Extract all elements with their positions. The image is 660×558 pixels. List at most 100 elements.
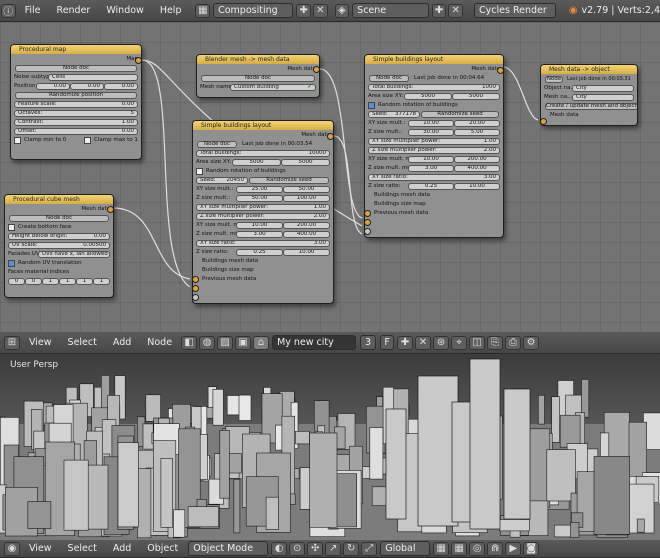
node-editor-area[interactable]: Procedural map Map Node doc Noise subtyp… [0,22,660,332]
compositor-tree-icon[interactable]: ▣ [235,335,252,350]
cube-output-socket[interactable] [107,206,113,213]
snap-icon[interactable]: ⌖ [451,335,468,350]
z-min-a[interactable]: 3.00 [236,230,283,238]
xy-min-a[interactable]: 10.00 [408,155,454,163]
node-doc-button[interactable]: Node doc [197,140,237,148]
menu-node[interactable]: Node [139,337,180,348]
xy-size-mult-min[interactable]: 25.00 [236,185,283,193]
map-output-socket[interactable] [135,57,141,64]
layers-icon[interactable]: ▦ [433,541,450,556]
users-count[interactable]: 3 [360,335,377,350]
clamp-min-checkbox[interactable] [14,136,21,144]
shader-tree-icon[interactable]: ◍ [199,335,216,350]
pin-icon[interactable]: ⊛ [433,335,450,350]
randomize-seed-button[interactable]: Randomize seed [249,176,329,184]
layout1-input-previous-socket[interactable] [193,294,199,301]
randomize-seed-button[interactable]: Randomize seed [421,110,499,118]
layout1-input-sizemap-socket[interactable] [193,285,199,292]
octaves-field[interactable]: Octaves: 5 [14,109,138,117]
menu-view-3d[interactable]: View [21,543,60,554]
menu-add-3d[interactable]: Add [105,543,139,554]
facades-select[interactable]: UVs have x, lan allowed [38,250,110,258]
xy-min-a[interactable]: 10.00 [236,221,283,229]
feature-scale-field[interactable]: Feature scale: 0.00 [14,100,138,108]
node-editor-type-icon[interactable]: ⊞ [4,335,20,350]
z-min-b[interactable]: 400.00 [454,164,500,172]
node-doc-button[interactable]: Node doc [9,214,109,222]
node-header[interactable]: Procedural cube mesh [5,195,113,204]
menu-window[interactable]: Window [98,5,151,16]
layout1-output-socket[interactable] [327,133,333,140]
object-name-field[interactable]: City [572,84,634,92]
interaction-mode-select[interactable]: Object Mode [188,541,269,556]
layout2-input-sizemap-socket[interactable] [365,219,371,226]
xy-min-b[interactable]: 200.00 [454,155,500,163]
node-procedural-map[interactable]: Procedural map Map Node doc Noise subtyp… [10,44,142,160]
remove-screen-icon[interactable]: ✕ [312,3,328,18]
menu-help[interactable]: Help [152,5,190,16]
z-ratio-b[interactable]: 10.00 [454,182,500,190]
node-doc-button[interactable]: Node doc [201,74,315,82]
pivot-icon[interactable]: ⊙ [289,541,306,556]
scale-icon[interactable]: ⤢ [361,541,378,556]
blender-mesh-output-socket[interactable] [313,66,319,73]
extra-icon[interactable]: ⚙ [523,335,540,350]
menu-select[interactable]: Select [60,337,105,348]
texture-tree-icon[interactable]: ▨ [217,335,234,350]
manipulator-icon[interactable]: ✣ [307,541,324,556]
z-size-mult-max[interactable]: 5.00 [454,128,500,136]
translate-icon[interactable]: ↗ [325,541,342,556]
paste-icon[interactable]: ⎙ [505,335,522,350]
total-buildings-field[interactable]: Total buildings: 1000 [368,83,500,91]
area-y[interactable]: 5000 [281,158,330,166]
random-uv-checkbox[interactable] [8,259,15,267]
layout2-input-previous-socket[interactable] [365,228,371,235]
xy-ratio-field[interactable]: XY size ratio: 3.00 [196,239,330,247]
z-size-mult-max[interactable]: 100.00 [283,194,330,202]
node-tree-icon[interactable]: ◧ [181,335,198,350]
layers-2-icon[interactable]: ▦ [451,541,468,556]
object-input-socket[interactable] [541,118,547,125]
area-y[interactable]: 5000 [452,92,500,100]
z-ratio-a[interactable]: 0.25 [236,248,283,256]
mesh-name-field[interactable]: City [572,93,634,101]
menu-select-3d[interactable]: Select [60,543,105,554]
z-power-field[interactable]: Z size multiplier power: 2.00 [368,146,500,154]
render-preview-icon[interactable]: ▶ [505,541,522,556]
xy-min-b[interactable]: 200.00 [283,221,330,229]
z-ratio-b[interactable]: 10.00 [283,248,330,256]
scene-field[interactable]: Scene [352,3,429,18]
viewport-type-icon[interactable]: ◉ [4,541,20,556]
node-header[interactable]: Simple buildings layout [193,121,333,130]
height-field[interactable]: Height below origin: 0.00 [8,232,110,240]
face-index-1[interactable]: 0 [25,277,42,285]
node-header[interactable]: Mesh data -> object [541,65,637,74]
z-min-b[interactable]: 400.00 [283,230,330,238]
position-y[interactable]: 0.00 [70,82,104,90]
menu-render[interactable]: Render [49,5,99,16]
face-index-4[interactable]: 1 [76,277,93,285]
clamp-max-checkbox[interactable] [84,136,91,144]
random-rotation-checkbox[interactable] [196,167,203,175]
area-x[interactable]: 5000 [232,158,281,166]
menu-object[interactable]: Object [139,543,186,554]
xy-power-field[interactable]: XY size multiplier power: 1.00 [368,137,500,145]
custom-tree-icon[interactable]: ⌂ [253,335,270,350]
xy-power-field[interactable]: XY size multiplier power: 1.00 [196,203,330,211]
position-x[interactable]: 0.00 [36,82,70,90]
z-size-mult-min[interactable]: 30.00 [408,128,454,136]
camera-icon[interactable]: ◙ [523,541,540,556]
node-doc-button[interactable]: Node [545,75,563,83]
fake-user-button[interactable]: F [380,335,395,350]
info-editor-icon[interactable]: ⓘ [1,3,16,18]
contrast-field[interactable]: Contrast: 1.00 [14,118,138,126]
add-screen-icon[interactable]: ✚ [296,3,311,18]
face-index-3[interactable]: 1 [59,277,76,285]
screen-layout-icon[interactable]: ▦ [195,3,211,18]
xy-ratio-field[interactable]: XY size ratio: 3.00 [368,173,500,181]
face-index-5[interactable]: 1 [93,277,110,285]
face-index-0[interactable]: 0 [8,277,25,285]
snap-magnet-icon[interactable]: ⋒ [487,541,504,556]
randomize-position-button[interactable]: Randomize position [15,91,137,99]
shading-icon[interactable]: ◐ [271,541,288,556]
